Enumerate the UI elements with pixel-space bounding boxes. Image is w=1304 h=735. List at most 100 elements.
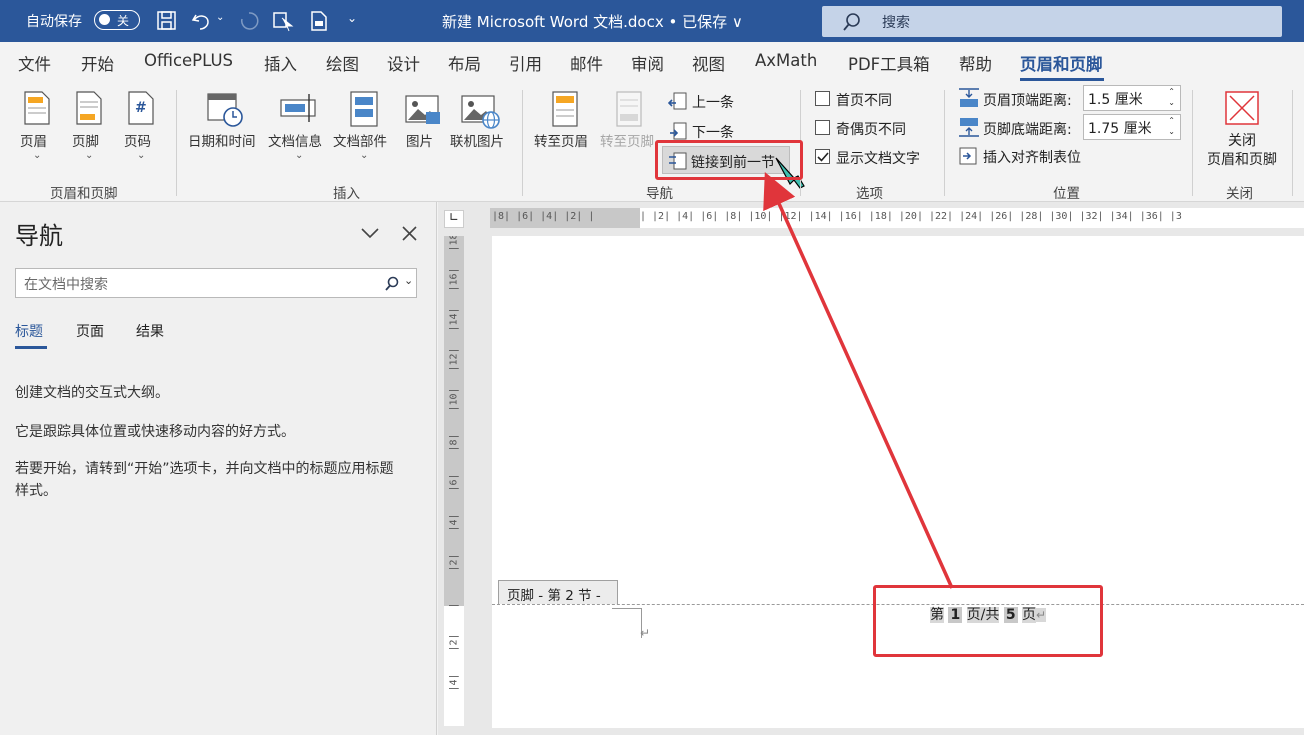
spin-down-icon[interactable]: ⌄: [1168, 98, 1175, 107]
nav-hint-3a: 若要开始，请转到“开始”选项卡，并向文档中的标题应用标题: [15, 461, 394, 477]
close-icon: [1225, 91, 1259, 125]
autosave-label: 自动保存: [26, 14, 82, 30]
nav-hint-3b: 样式。: [15, 483, 57, 499]
group-separator: [522, 90, 523, 196]
online-picture-button[interactable]: [450, 88, 512, 168]
vertical-ruler[interactable]: |18| |16| |14| |12| |10| |8| |6| |4| |2| | |2| |4|: [444, 236, 464, 726]
quick-parts-icon: [350, 91, 378, 127]
tab-review[interactable]: 审阅: [631, 51, 664, 75]
insert-alignment-tab-button[interactable]: 插入对齐制表位: [958, 145, 1098, 167]
group-label-navigation: 导航: [646, 186, 673, 202]
date-time-label: 日期和时间: [188, 134, 256, 150]
group-label-header-footer: 页眉和页脚: [50, 186, 118, 202]
footer-label: 页脚: [72, 134, 99, 150]
undo-icon[interactable]: [190, 10, 212, 32]
search-icon[interactable]: [384, 276, 400, 292]
picture-button[interactable]: [402, 88, 444, 168]
search-options-dropdown-icon[interactable]: ⌄: [404, 274, 413, 287]
save-icon[interactable]: [156, 10, 178, 32]
tab-home[interactable]: 开始: [81, 51, 114, 75]
header-dropdown-icon: ⌄: [33, 150, 42, 161]
vertical-ruler-tick: |4|: [448, 673, 460, 692]
close-pane-icon[interactable]: [402, 226, 417, 241]
online-picture-icon: [461, 95, 500, 129]
close-header-footer-button[interactable]: 关闭 页眉和页脚: [1200, 88, 1284, 174]
different-odd-even-label: 奇偶页不同: [836, 122, 906, 138]
tab-header-footer[interactable]: 页眉和页脚: [1020, 51, 1103, 75]
previous-section-icon: [668, 92, 687, 110]
date-time-button[interactable]: [188, 88, 262, 168]
search-box[interactable]: 搜索: [822, 6, 1282, 37]
footer-bottom-icon: [959, 118, 979, 137]
different-odd-even-checkbox[interactable]: [815, 120, 830, 135]
horizontal-ruler[interactable]: |8| |6| |4| |2| | | |2| |4| |6| |8| |10|…: [490, 208, 1304, 228]
goto-header-label: 转至页眉: [534, 134, 588, 150]
different-first-page-label: 首页不同: [836, 93, 892, 109]
show-document-text-checkbox[interactable]: [815, 149, 830, 164]
tab-pdf-toolbox[interactable]: PDF工具箱: [848, 51, 930, 75]
group-separator: [176, 90, 177, 196]
chevron-down-icon[interactable]: [360, 226, 380, 240]
ruler-ticks-left: |8| |6| |4| |2| |: [492, 211, 595, 222]
quick-parts-label: 文档部件: [333, 134, 387, 150]
footer-bottom-spinner[interactable]: 1.75 厘米 ⌃ ⌄: [1083, 114, 1181, 140]
customize-qat-icon[interactable]: ⌄: [347, 11, 357, 25]
different-first-page-checkbox[interactable]: [815, 91, 830, 106]
tab-layout[interactable]: 布局: [448, 51, 481, 75]
picture-label: 图片: [406, 134, 433, 150]
nav-search-input[interactable]: 在文档中搜索 ⌄: [15, 268, 417, 298]
toggle-knob: [99, 14, 110, 25]
goto-footer-icon: [616, 91, 642, 127]
vertical-ruler-tick: |6|: [448, 473, 460, 492]
ruler-ticks-right: | |2| |4| |6| |8| |10| |12| |14| |16| |1…: [640, 211, 1182, 222]
undo-dropdown-icon[interactable]: ⌄: [216, 12, 224, 23]
header-icon: [24, 91, 50, 125]
tab-axmath[interactable]: AxMath: [755, 51, 817, 70]
tab-view[interactable]: 视图: [692, 51, 725, 75]
nav-pane-title: 导航: [15, 222, 63, 250]
next-section-icon: [670, 122, 687, 140]
tab-insert[interactable]: 插入: [264, 51, 297, 75]
search-placeholder: 搜索: [882, 15, 910, 31]
goto-header-button[interactable]: [533, 88, 595, 168]
autosave-toggle[interactable]: 关: [94, 10, 140, 30]
nav-search-placeholder: 在文档中搜索: [24, 277, 108, 293]
tab-officeplus[interactable]: OfficePLUS: [144, 51, 233, 70]
header-top-spinner[interactable]: 1.5 厘米 ⌃ ⌄: [1083, 85, 1181, 111]
search-icon: [843, 13, 860, 31]
vertical-ruler-tick: |: [448, 602, 460, 609]
vertical-ruler-tick: |14|: [448, 307, 460, 332]
spin-down-icon[interactable]: ⌄: [1168, 127, 1175, 136]
goto-footer-label: 转至页脚: [600, 134, 654, 150]
next-button[interactable]: 下一条: [666, 120, 746, 142]
svg-text:#: #: [135, 100, 147, 116]
ruler-margin-area: [444, 236, 464, 606]
document-info-label: 文档信息: [268, 134, 322, 150]
spin-up-icon[interactable]: ⌃: [1168, 87, 1175, 96]
nav-tab-headings[interactable]: 标题: [15, 321, 43, 341]
goto-header-icon: [552, 91, 578, 127]
nav-tab-results[interactable]: 结果: [136, 321, 164, 341]
tab-help[interactable]: 帮助: [959, 51, 992, 75]
page-number-dropdown-icon: ⌄: [137, 150, 146, 161]
footer-bottom-value: 1.75 厘米: [1088, 121, 1152, 137]
document-title[interactable]: 新建 Microsoft Word 文档.docx • 已保存 ∨: [442, 11, 743, 32]
goto-footer-button: [599, 88, 661, 168]
tab-selector[interactable]: ∟: [444, 210, 464, 228]
tab-references[interactable]: 引用: [509, 51, 542, 75]
redo-icon[interactable]: [238, 10, 260, 32]
header-label: 页眉: [20, 134, 47, 150]
nav-tab-pages[interactable]: 页面: [76, 321, 104, 341]
print-preview-icon[interactable]: [308, 10, 330, 32]
group-label-close: 关闭: [1226, 186, 1253, 202]
tab-mailings[interactable]: 邮件: [570, 51, 603, 75]
vertical-ruler-tick: |18|: [448, 236, 460, 252]
spin-up-icon[interactable]: ⌃: [1168, 116, 1175, 125]
tab-file[interactable]: 文件: [18, 51, 51, 75]
tab-design[interactable]: 设计: [387, 51, 420, 75]
close-label-line2: 页眉和页脚: [1207, 152, 1277, 168]
touch-mode-icon[interactable]: [272, 10, 296, 32]
tab-draw[interactable]: 绘图: [326, 51, 359, 75]
previous-button[interactable]: 上一条: [666, 90, 746, 112]
next-label: 下一条: [692, 125, 734, 141]
